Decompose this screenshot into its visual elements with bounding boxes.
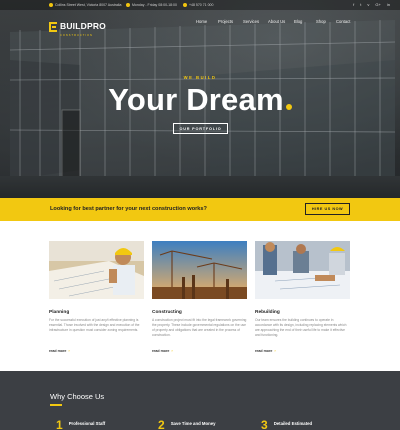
google-plus-icon[interactable]: G+ bbox=[375, 2, 380, 7]
read-more-link[interactable]: read more › bbox=[255, 348, 350, 353]
nav-services[interactable]: Services bbox=[243, 19, 259, 24]
logo-tagline: CONSTRUCTION bbox=[60, 34, 93, 37]
nav-home[interactable]: Home bbox=[196, 19, 207, 24]
service-title: Rebuilding bbox=[255, 310, 280, 315]
nav-blog[interactable]: Blog bbox=[294, 19, 302, 24]
why-item-number: 2 bbox=[158, 418, 165, 430]
read-more-link[interactable]: read more › bbox=[49, 348, 144, 353]
why-item: 3 Detailed Estimated bbox=[261, 419, 312, 430]
top-info-bar: Collins Street West, Victoria 8007 Austr… bbox=[0, 0, 400, 10]
address-text: Collins Street West, Victoria 8007 Austr… bbox=[55, 3, 122, 7]
headline-dot bbox=[285, 104, 292, 110]
nav-contact[interactable]: Contact bbox=[336, 19, 350, 24]
phone-icon bbox=[183, 3, 187, 7]
why-item-label: Save Time and Money bbox=[170, 421, 216, 426]
hero-section: Collins Street West, Victoria 8007 Austr… bbox=[0, 0, 400, 198]
hours-info: Monday - Friday 08:00-18:00 bbox=[126, 3, 177, 7]
portfolio-button[interactable]: OUR PORTFOLIO bbox=[173, 123, 228, 134]
linkedin-icon[interactable]: in bbox=[387, 2, 390, 7]
cta-bar: Looking for best partner for your next c… bbox=[0, 198, 400, 221]
hero-headline-text: Your Dream bbox=[108, 82, 284, 117]
service-planning: Planning For the successful execution of… bbox=[49, 241, 144, 353]
hero-kicker: WE BUILD bbox=[183, 75, 217, 80]
section-title: Why Choose Us bbox=[50, 392, 105, 401]
arrow-right-icon: › bbox=[68, 348, 70, 353]
why-item-number: 3 bbox=[261, 418, 268, 430]
social-links: f t v G+ in bbox=[353, 2, 390, 7]
why-choose-section: Why Choose Us 1 Professional Staff 2 Sav… bbox=[0, 371, 400, 430]
hire-us-button[interactable]: HIRE US NOW bbox=[305, 203, 350, 215]
nav-shop[interactable]: Shop bbox=[316, 19, 326, 24]
why-item: 1 Professional Staff bbox=[56, 419, 105, 430]
address-info: Collins Street West, Victoria 8007 Austr… bbox=[49, 3, 121, 7]
arrow-right-icon: › bbox=[171, 348, 173, 353]
why-item-label: Detailed Estimated bbox=[273, 421, 313, 426]
service-rebuilding: Rebuilding Our team ensures the building… bbox=[255, 241, 350, 353]
twitter-icon[interactable]: t bbox=[360, 2, 361, 7]
nav-about-us[interactable]: About Us bbox=[268, 19, 285, 24]
constructing-image bbox=[152, 241, 247, 299]
service-text: Our team ensures the building continues … bbox=[255, 318, 347, 337]
why-item-number: 1 bbox=[56, 418, 63, 430]
phone-text: +48 570 71 000 bbox=[189, 3, 214, 7]
hero-headline: Your Dream bbox=[0, 82, 400, 118]
service-text: A construction project must fit into the… bbox=[152, 318, 247, 337]
arrow-right-icon: › bbox=[274, 348, 276, 353]
why-item: 2 Save Time and Money bbox=[158, 419, 216, 430]
vimeo-icon[interactable]: v bbox=[367, 2, 369, 7]
read-more-link[interactable]: read more › bbox=[152, 348, 247, 353]
service-title: Planning bbox=[49, 310, 70, 315]
service-title: Constructing bbox=[152, 310, 182, 315]
facebook-icon[interactable]: f bbox=[353, 2, 354, 7]
location-icon bbox=[49, 3, 53, 7]
hours-text: Monday - Friday 08:00-18:00 bbox=[132, 3, 177, 7]
service-text: For the successful execution of just any… bbox=[49, 318, 140, 332]
nav-projects[interactable]: Projects bbox=[218, 19, 233, 24]
logo-name: BUILDPRO bbox=[60, 21, 106, 31]
why-item-label: Professional Staff bbox=[68, 421, 106, 426]
cta-text: Looking for best partner for your next c… bbox=[50, 206, 207, 212]
logo-mark-icon bbox=[49, 21, 57, 32]
service-constructing: Constructing A construction project must… bbox=[152, 241, 247, 353]
site-logo[interactable]: BUILDPRO CONSTRUCTION bbox=[49, 16, 106, 37]
phone-info: +48 570 71 000 bbox=[183, 3, 213, 7]
title-underline bbox=[50, 404, 62, 406]
clock-icon bbox=[126, 3, 130, 7]
rebuilding-image bbox=[255, 241, 350, 299]
planning-image bbox=[49, 241, 144, 299]
